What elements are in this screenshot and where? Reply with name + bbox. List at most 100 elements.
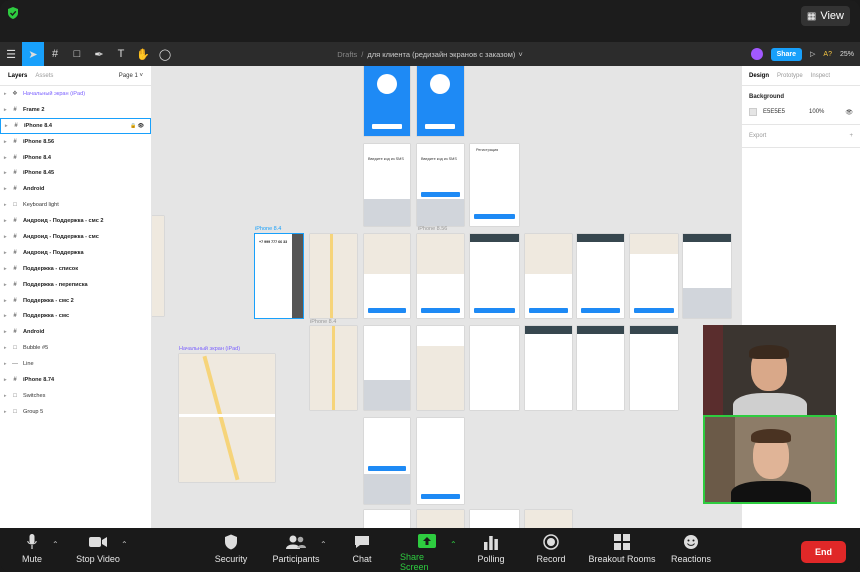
- eye-icon[interactable]: 👁: [845, 109, 853, 116]
- file-name[interactable]: для клиента (редизайн экранов с заказом): [367, 50, 515, 59]
- partial-map-frame[interactable]: [152, 216, 164, 316]
- polling-button[interactable]: Polling: [476, 530, 506, 572]
- collab-badge[interactable]: A?: [823, 51, 832, 58]
- participants-options-caret-icon[interactable]: ⌃: [320, 540, 327, 549]
- layer-row[interactable]: ▸ # iPhone 8.56: [0, 134, 151, 150]
- point-frame[interactable]: [470, 510, 519, 528]
- layer-row[interactable]: ▸ # iPhone 8.4: [0, 150, 151, 166]
- layer-row[interactable]: ▸ # Андроид - Поддержка - смс: [0, 229, 151, 245]
- share-options-caret-icon[interactable]: ⌃: [450, 540, 457, 549]
- ipad-start-frame[interactable]: [179, 354, 275, 482]
- tab-prototype[interactable]: Prototype: [777, 73, 803, 79]
- background-title: Background: [749, 94, 785, 100]
- layer-row[interactable]: ▸ ❖ Начальный экран (iPad): [0, 86, 151, 102]
- promo-frame-2[interactable]: [417, 418, 464, 504]
- pen-tool-icon[interactable]: ✒: [88, 42, 110, 66]
- end-meeting-button[interactable]: End: [801, 541, 846, 563]
- layer-row[interactable]: ▸ # iPhone 8.4 🔒 👁: [0, 117, 151, 134]
- tab-assets[interactable]: Assets: [35, 73, 53, 79]
- reactions-button[interactable]: Reactions: [670, 530, 712, 572]
- options-frame[interactable]: [577, 234, 624, 318]
- tariff-frame[interactable]: [470, 234, 519, 318]
- lock-eye-icon[interactable]: 🔒 👁: [130, 123, 144, 129]
- export-add-button[interactable]: +: [849, 133, 853, 139]
- layer-row[interactable]: ▸ # Поддержка - смс 2: [0, 293, 151, 309]
- layer-row[interactable]: ▸ # iPhone 8.74: [0, 372, 151, 388]
- sms-code-frame-2[interactable]: Введите код из SMS: [417, 144, 464, 226]
- shape-tool-icon[interactable]: □: [66, 42, 88, 66]
- layer-row[interactable]: ▸ □ Bubble #5: [0, 340, 151, 356]
- map-frame-6[interactable]: [417, 510, 464, 528]
- breadcrumb-folder[interactable]: Drafts: [337, 50, 357, 59]
- map-frame-7[interactable]: [525, 510, 572, 528]
- splash-frame-2[interactable]: [417, 66, 464, 136]
- registration-frame[interactable]: Регистрация: [470, 144, 519, 226]
- layer-row[interactable]: ▸ # iPhone 8.45: [0, 165, 151, 181]
- layer-row[interactable]: ▸ # Андроид - Поддержка: [0, 245, 151, 261]
- layer-row[interactable]: ▸ # Android: [0, 181, 151, 197]
- sms-code-frame-1[interactable]: Введите код из SMS: [364, 144, 410, 226]
- layer-row[interactable]: ▸ # Поддержка - список: [0, 261, 151, 277]
- comment-tool-icon[interactable]: ◯: [154, 42, 176, 66]
- layer-row[interactable]: ▸ □ Keyboard light: [0, 197, 151, 213]
- tab-design[interactable]: Design: [749, 73, 769, 79]
- stop-video-button[interactable]: Stop Video: [72, 530, 124, 572]
- hand-tool-icon[interactable]: ✋: [132, 42, 154, 66]
- comment-frame[interactable]: [683, 234, 731, 318]
- share-button[interactable]: Share: [770, 47, 803, 61]
- participants-button[interactable]: Participants: [271, 530, 321, 572]
- mute-button[interactable]: Mute: [18, 530, 46, 572]
- move-tool-icon[interactable]: ➤: [22, 42, 44, 66]
- zoom-level[interactable]: 25%: [840, 51, 854, 58]
- participant-video-1[interactable]: [703, 325, 836, 415]
- chat-button[interactable]: Chat: [348, 530, 376, 572]
- record-button[interactable]: Record: [536, 530, 566, 572]
- background-hex[interactable]: E5E5E5: [763, 109, 785, 115]
- layer-row[interactable]: ▸ □ Switches: [0, 388, 151, 404]
- video-options-caret-icon[interactable]: ⌃: [121, 540, 128, 549]
- menu-frame-selected[interactable]: +7 999 777 66 33: [255, 234, 303, 318]
- layer-row[interactable]: ▸ # Поддержка - переписка: [0, 277, 151, 293]
- present-play-icon[interactable]: ▷: [810, 50, 815, 58]
- audio-options-caret-icon[interactable]: ⌃: [52, 540, 59, 549]
- chevron-down-icon[interactable]: ˅: [518, 50, 522, 59]
- view-button[interactable]: ▦ View: [800, 6, 850, 26]
- frame-tool-icon[interactable]: #: [44, 42, 66, 66]
- address-frame-1[interactable]: [364, 326, 410, 410]
- user-avatar[interactable]: [750, 48, 763, 60]
- figma-menu-icon[interactable]: ☰: [0, 42, 22, 66]
- page-selector[interactable]: Page 1 ˅: [119, 73, 143, 79]
- breakout-rooms-button[interactable]: Breakout Rooms: [588, 530, 656, 572]
- map-frame-1[interactable]: [310, 234, 357, 318]
- layer-row[interactable]: ▸ # Андроид - Поддержка - смс 2: [0, 213, 151, 229]
- monitoring-frame[interactable]: [364, 510, 410, 528]
- promo-frame-1[interactable]: [364, 418, 410, 504]
- payment-frame-2[interactable]: [525, 326, 572, 410]
- security-button[interactable]: Security: [212, 530, 250, 572]
- background-fill-row[interactable]: E5E5E5 100% 👁: [749, 108, 853, 116]
- splash-frame-1[interactable]: [364, 66, 410, 136]
- layer-row[interactable]: ▸ — Line: [0, 356, 151, 372]
- layer-row[interactable]: ▸ # Поддержка - смс: [0, 308, 151, 324]
- tab-layers[interactable]: Layers: [8, 73, 27, 79]
- encryption-shield-icon[interactable]: [6, 6, 20, 20]
- map-frame-4[interactable]: [525, 234, 572, 318]
- switches-frame[interactable]: [630, 234, 678, 318]
- layer-row[interactable]: ▸ □ Group 5: [0, 404, 151, 420]
- payment-frame-4[interactable]: [630, 326, 678, 410]
- map-frame-5[interactable]: [310, 326, 357, 410]
- tab-inspect[interactable]: Inspect: [811, 73, 830, 79]
- layer-row[interactable]: ▸ # Frame 2: [0, 102, 151, 118]
- participant-video-2-active-speaker[interactable]: [703, 415, 837, 504]
- map-frame-3[interactable]: [417, 234, 464, 318]
- payment-frame-3[interactable]: [577, 326, 624, 410]
- map-frame-2[interactable]: [364, 234, 410, 318]
- payment-frame-1[interactable]: [470, 326, 519, 410]
- text-tool-icon[interactable]: T: [110, 42, 132, 66]
- color-swatch[interactable]: [749, 108, 757, 116]
- share-screen-button[interactable]: Share Screen: [400, 530, 454, 572]
- layer-row[interactable]: ▸ # Android: [0, 324, 151, 340]
- figma-canvas[interactable]: Введите код из SMS Введите код из SMS Ре…: [152, 66, 741, 528]
- background-opacity[interactable]: 100%: [809, 109, 824, 115]
- address-frame-2[interactable]: [417, 326, 464, 410]
